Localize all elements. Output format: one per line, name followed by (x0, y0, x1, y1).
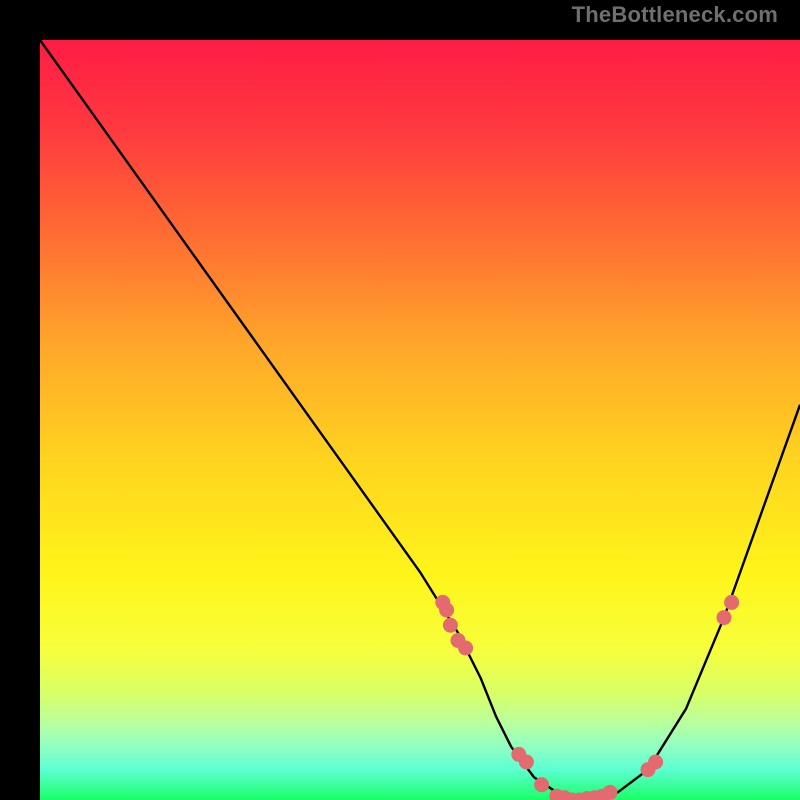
data-point (443, 618, 458, 633)
data-point (534, 777, 549, 792)
chart-frame (20, 20, 780, 780)
data-point (648, 755, 663, 770)
watermark-text: TheBottleneck.com (572, 2, 778, 28)
data-point (603, 785, 618, 800)
data-point (724, 595, 739, 610)
data-point (458, 641, 473, 656)
bottleneck-chart (40, 40, 800, 800)
data-point (439, 603, 454, 618)
data-point (519, 755, 534, 770)
gradient-background (40, 40, 800, 800)
data-point (717, 610, 732, 625)
